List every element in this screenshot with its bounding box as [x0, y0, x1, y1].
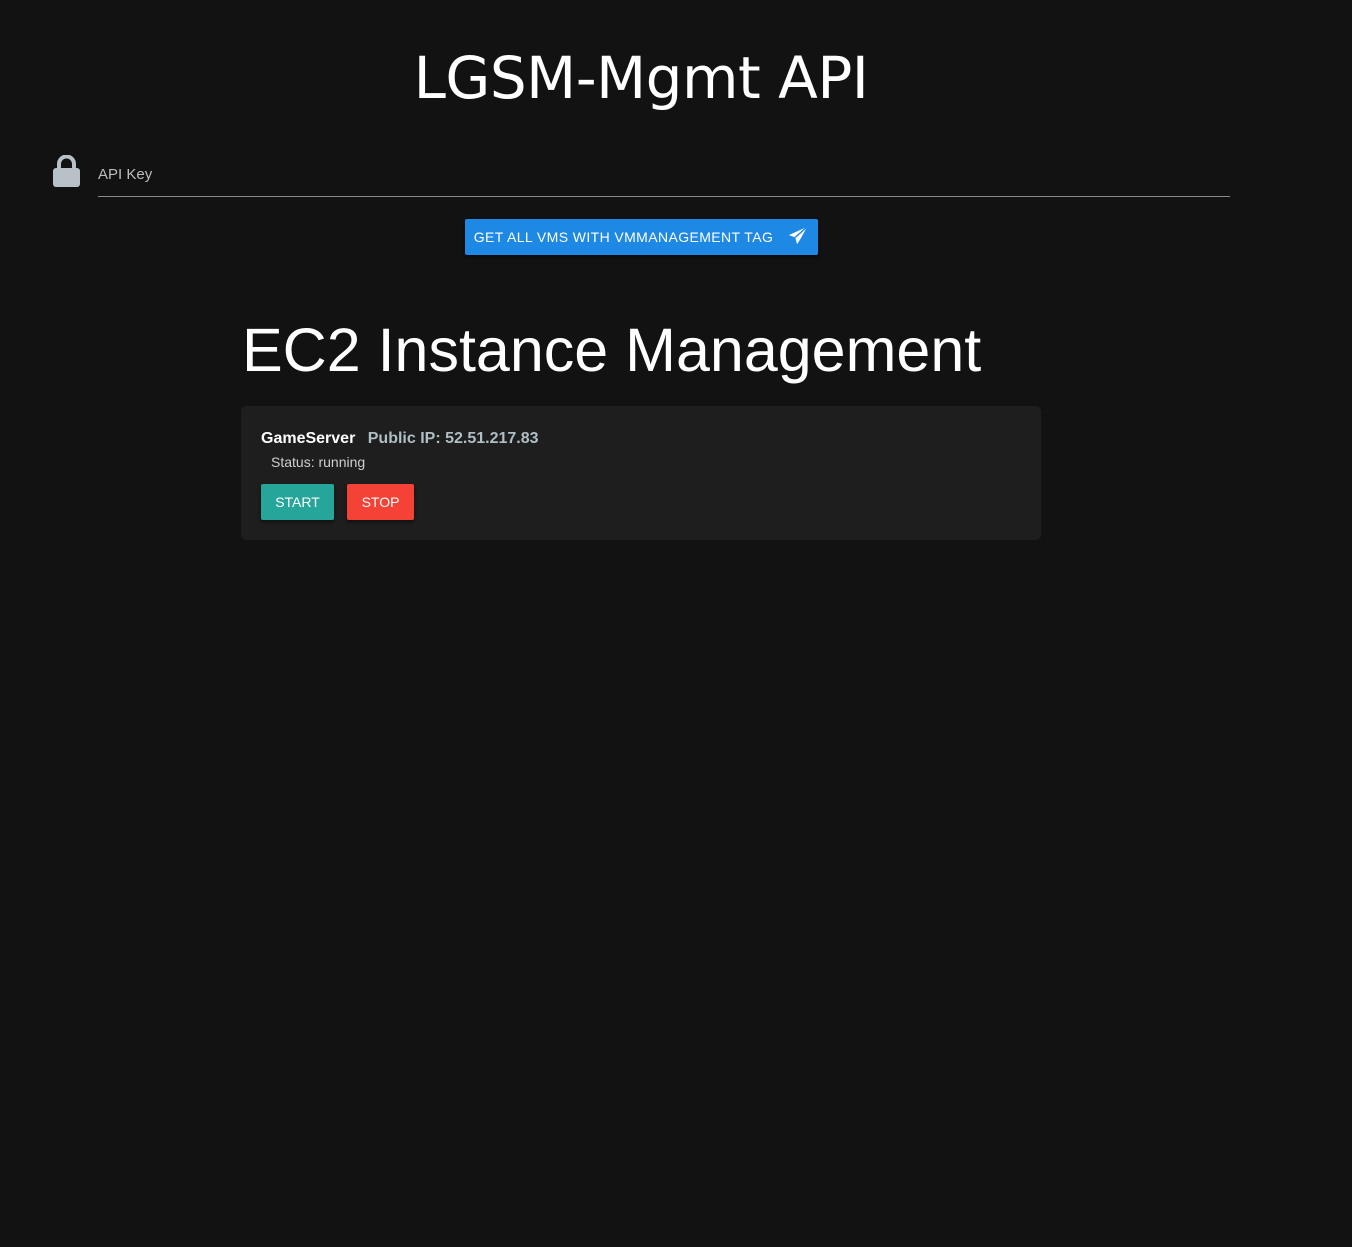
send-icon: [787, 225, 809, 250]
instance-status: Status: running: [271, 454, 366, 470]
start-button[interactable]: START: [261, 484, 334, 520]
section-title: EC2 Instance Management: [242, 316, 982, 384]
api-key-field[interactable]: [98, 158, 1230, 197]
instance-public-ip: Public IP: 52.51.217.83: [367, 430, 539, 447]
api-key-input[interactable]: [98, 158, 1230, 190]
stop-button[interactable]: STOP: [347, 484, 414, 520]
page-title: LGSM-Mgmt API: [413, 44, 869, 112]
get-all-vms-label: GET ALL VMS WITH VMMANAGEMENT TAG: [473, 229, 774, 245]
instance-card: GameServer Public IP: 52.51.217.83 Statu…: [241, 406, 1041, 540]
lock-icon: [52, 154, 81, 188]
instance-name: GameServer: [261, 430, 356, 447]
app-root: LGSM-Mgmt API GET ALL VMS WITH VMMANAGEM…: [0, 0, 1352, 1247]
get-all-vms-button[interactable]: GET ALL VMS WITH VMMANAGEMENT TAG: [465, 219, 818, 255]
instance-header: GameServer Public IP: 52.51.217.83: [261, 430, 539, 448]
